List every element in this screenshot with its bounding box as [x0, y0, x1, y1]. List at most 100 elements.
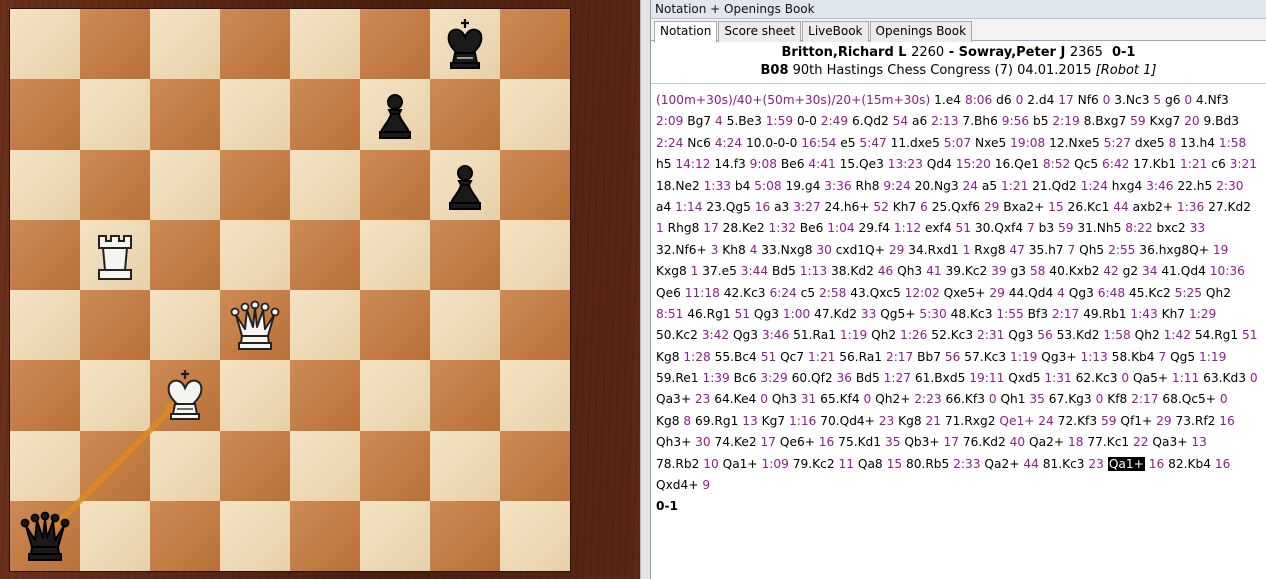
- black-queen-icon[interactable]: [10, 501, 80, 571]
- move[interactable]: Bd5: [768, 264, 800, 278]
- move[interactable]: Kh7: [1158, 307, 1189, 321]
- move[interactable]: Qc5: [1070, 157, 1102, 171]
- move[interactable]: Rhg8: [664, 221, 703, 235]
- square-e3[interactable]: [290, 360, 360, 431]
- move[interactable]: Bb7: [913, 350, 945, 364]
- square-e7[interactable]: [290, 79, 360, 150]
- move[interactable]: Qg5+: [876, 307, 919, 321]
- move[interactable]: 34.Rxd1: [904, 243, 962, 257]
- move[interactable]: 19.g4: [782, 179, 825, 193]
- move[interactable]: c5: [797, 286, 819, 300]
- move[interactable]: 8.Bxg7: [1080, 114, 1130, 128]
- move[interactable]: Qa2+: [1025, 435, 1068, 449]
- move[interactable]: 30.Qxf4: [971, 221, 1027, 235]
- move[interactable]: 72.Kf3: [1054, 414, 1101, 428]
- move[interactable]: Qh2+: [871, 392, 914, 406]
- move[interactable]: 35.h7: [1025, 243, 1068, 257]
- move[interactable]: 2.d4: [1023, 93, 1058, 107]
- move[interactable]: Qxe5+: [940, 286, 990, 300]
- move[interactable]: Nxe5: [971, 136, 1010, 150]
- square-c5[interactable]: [150, 219, 220, 290]
- move[interactable]: Kg8: [894, 414, 925, 428]
- move[interactable]: 47.Kd2: [810, 307, 861, 321]
- move[interactable]: axb2+: [1129, 200, 1177, 214]
- move[interactable]: Qb3+: [900, 435, 943, 449]
- move[interactable]: 7.Bh6: [959, 114, 1002, 128]
- move[interactable]: a5: [978, 179, 1001, 193]
- move[interactable]: Bg7: [683, 114, 715, 128]
- square-f5[interactable]: [360, 219, 430, 290]
- move[interactable]: 49.Rb1: [1079, 307, 1130, 321]
- square-c4[interactable]: [150, 290, 220, 361]
- move[interactable]: 61.Bxd5: [911, 371, 969, 385]
- move[interactable]: 69.Rg1: [691, 414, 742, 428]
- square-f1[interactable]: [360, 500, 430, 571]
- square-b6[interactable]: [80, 149, 150, 220]
- white-king-icon[interactable]: [150, 360, 220, 430]
- square-d1[interactable]: [220, 500, 290, 571]
- move[interactable]: Qc7: [776, 350, 808, 364]
- square-h6[interactable]: [500, 149, 570, 220]
- white-rook-icon[interactable]: [80, 220, 150, 290]
- move[interactable]: 33.Nxg8: [757, 243, 816, 257]
- move[interactable]: 43.Qxc5: [846, 286, 904, 300]
- move[interactable]: 36.hxg8Q+: [1135, 243, 1212, 257]
- move[interactable]: Qg5: [1166, 350, 1199, 364]
- move[interactable]: 46.Rg1: [683, 307, 734, 321]
- black-player[interactable]: Sowray,Peter J: [959, 45, 1066, 60]
- move[interactable]: Qh5: [1075, 243, 1108, 257]
- move[interactable]: 48.Kc3: [947, 307, 997, 321]
- move[interactable]: 29.f4: [855, 221, 894, 235]
- move[interactable]: 66.Kf3: [942, 392, 989, 406]
- square-g5[interactable]: [430, 219, 500, 290]
- square-a2[interactable]: [10, 430, 80, 501]
- square-a3[interactable]: [10, 360, 80, 431]
- move[interactable]: Rh8: [852, 179, 884, 193]
- move[interactable]: exf4: [921, 221, 955, 235]
- move[interactable]: Qh3: [893, 264, 926, 278]
- move[interactable]: 1.e4: [930, 93, 965, 107]
- square-e5[interactable]: [290, 219, 360, 290]
- move[interactable]: Qh1: [997, 392, 1030, 406]
- move[interactable]: 37.e5: [698, 264, 740, 278]
- square-f8[interactable]: [360, 9, 430, 80]
- square-g1[interactable]: [430, 500, 500, 571]
- move[interactable]: h5: [656, 157, 675, 171]
- move[interactable]: 21.Qd2: [1028, 179, 1080, 193]
- square-f6[interactable]: [360, 149, 430, 220]
- move[interactable]: 63.Kd3: [1199, 371, 1250, 385]
- move[interactable]: b5: [1029, 114, 1052, 128]
- move[interactable]: Qh3: [768, 392, 801, 406]
- move[interactable]: b4: [731, 179, 754, 193]
- chess-board[interactable]: [9, 8, 571, 572]
- current-move[interactable]: Qa1+: [1107, 456, 1145, 471]
- square-g2[interactable]: [430, 430, 500, 501]
- move[interactable]: 60.Qf2: [788, 371, 837, 385]
- move[interactable]: 53.Kd2: [1053, 328, 1104, 342]
- move[interactable]: 9.Bd3: [1200, 114, 1240, 128]
- move[interactable]: Bc6: [730, 371, 761, 385]
- square-d5[interactable]: [220, 219, 290, 290]
- move[interactable]: 3.Nc3: [1110, 93, 1153, 107]
- move[interactable]: Bf3: [1024, 307, 1052, 321]
- square-d2[interactable]: [220, 430, 290, 501]
- move[interactable]: 20.Ng3: [911, 179, 963, 193]
- move[interactable]: Qa5+: [1129, 371, 1172, 385]
- move[interactable]: Nc6: [683, 136, 714, 150]
- move[interactable]: 50.Kc2: [656, 328, 702, 342]
- move[interactable]: Qa3+: [1149, 435, 1192, 449]
- move[interactable]: 11.dxe5: [887, 136, 944, 150]
- move[interactable]: 12.Nxe5: [1045, 136, 1103, 150]
- move[interactable]: Qg3: [1065, 286, 1098, 300]
- square-a4[interactable]: [10, 290, 80, 361]
- square-f2[interactable]: [360, 430, 430, 501]
- move[interactable]: a3: [770, 200, 793, 214]
- move-notation[interactable]: (100m+30s)/40+(50m+30s)/20+(15m+30s) 1.e…: [651, 84, 1266, 496]
- move[interactable]: 57.Kc3: [960, 350, 1010, 364]
- move[interactable]: Qe6: [656, 286, 685, 300]
- move[interactable]: 17.Kb1: [1129, 157, 1180, 171]
- move[interactable]: Qa1+: [719, 457, 762, 471]
- move[interactable]: 56.Ra1: [835, 350, 886, 364]
- move[interactable]: 45.Kc2: [1125, 286, 1175, 300]
- square-d7[interactable]: [220, 79, 290, 150]
